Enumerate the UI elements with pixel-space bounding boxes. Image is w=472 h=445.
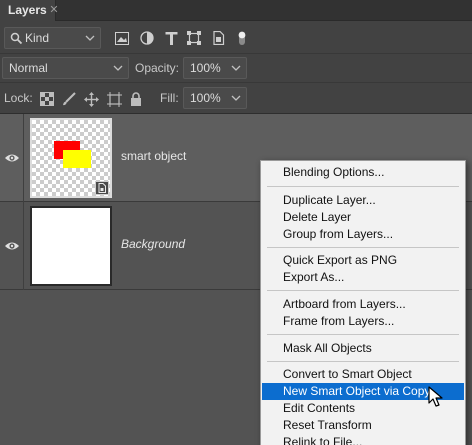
layer-thumbnail[interactable] [30, 118, 112, 198]
menu-item-group-from-layers[interactable]: Group from Layers... [262, 226, 464, 243]
shape-filter-icon[interactable] [186, 30, 202, 46]
menu-item-reset-transform[interactable]: Reset Transform [262, 417, 464, 434]
menu-separator [267, 334, 459, 335]
menu-item-quick-export-png[interactable]: Quick Export as PNG [262, 252, 464, 269]
eye-icon [4, 238, 20, 254]
mouse-cursor-icon [428, 386, 446, 408]
lock-position-icon[interactable] [83, 91, 99, 107]
fill-label: Fill: [160, 91, 179, 105]
lock-all-icon[interactable] [128, 91, 144, 107]
menu-item-export-as[interactable]: Export As... [262, 269, 464, 286]
menu-item-mask-all-objects[interactable]: Mask All Objects [262, 340, 464, 357]
menu-item-artboard-from-layers[interactable]: Artboard from Layers... [262, 296, 464, 313]
filter-row: Kind [0, 21, 472, 54]
layer-name[interactable]: Background [121, 237, 185, 251]
eye-icon [4, 150, 20, 166]
menu-separator [267, 186, 459, 187]
fill-field[interactable]: 100% [183, 87, 247, 109]
menu-item-delete-layer[interactable]: Delete Layer [262, 209, 464, 226]
menu-item-duplicate-layer[interactable]: Duplicate Layer... [262, 192, 464, 209]
filter-kind-value: Kind [25, 31, 50, 45]
search-icon [8, 30, 24, 46]
opacity-label: Opacity: [135, 61, 180, 75]
visibility-toggle[interactable] [0, 114, 24, 202]
smart-object-badge-icon [95, 181, 109, 195]
smart-object-filter-icon[interactable] [210, 30, 226, 46]
menu-item-relink-to-file[interactable]: Relink to File... [262, 434, 464, 445]
visibility-toggle[interactable] [0, 202, 24, 290]
opacity-field[interactable]: 100% [183, 57, 247, 79]
menu-item-convert-to-smart-object[interactable]: Convert to Smart Object [262, 366, 464, 383]
image-filter-icon[interactable] [114, 30, 130, 46]
menu-separator [267, 247, 459, 248]
opacity-value: 100% [190, 61, 221, 75]
chevron-down-icon [85, 28, 95, 56]
blend-mode-value: Normal [9, 61, 48, 75]
menu-separator [267, 290, 459, 291]
menu-item-blending-options[interactable]: Blending Options... [262, 164, 464, 181]
yellow-rectangle [63, 150, 91, 168]
menu-separator [267, 361, 459, 362]
blend-row: Normal Opacity: 100% [0, 54, 472, 83]
lock-artboard-icon[interactable] [106, 91, 122, 107]
type-filter-icon[interactable] [163, 30, 179, 46]
layer-name[interactable]: smart object [121, 149, 186, 163]
lock-row: Lock: Fill: 100% [0, 83, 472, 114]
chevron-down-icon [113, 58, 123, 86]
close-icon[interactable]: ✕ [46, 0, 62, 21]
blend-mode-dropdown[interactable]: Normal [2, 57, 129, 79]
lock-label: Lock: [4, 91, 33, 105]
panel-tab-bar: Layers ✕ [0, 0, 472, 21]
menu-item-frame-from-layers[interactable]: Frame from Layers... [262, 313, 464, 330]
chevron-down-icon [231, 88, 241, 116]
filter-toggle-icon[interactable] [236, 28, 248, 48]
adjustment-filter-icon[interactable] [139, 30, 155, 46]
fill-value: 100% [190, 91, 221, 105]
layer-thumbnail[interactable] [30, 206, 112, 286]
chevron-down-icon [231, 58, 241, 86]
filter-kind-dropdown[interactable]: Kind [4, 27, 101, 49]
lock-image-pixels-icon[interactable] [61, 91, 77, 107]
lock-transparent-pixels-icon[interactable] [39, 91, 55, 107]
